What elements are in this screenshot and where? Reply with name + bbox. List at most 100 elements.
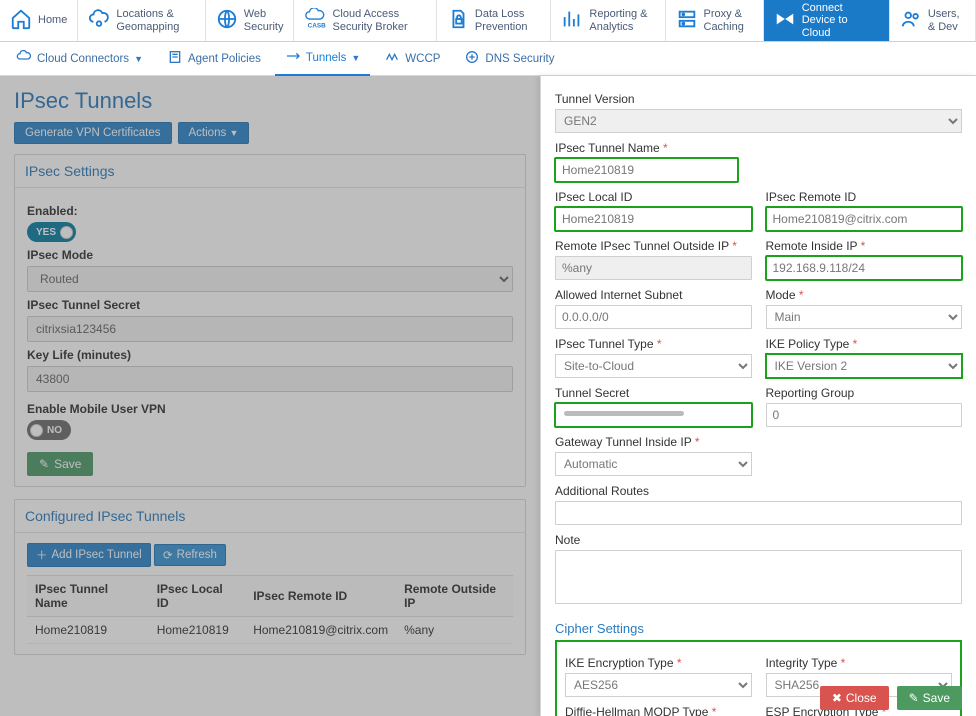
close-button[interactable]: ✖Close (820, 686, 889, 710)
nav-websecurity-label: Web Security (244, 8, 284, 32)
table-row[interactable]: Home210819 Home210819 Home210819@citrix.… (27, 617, 513, 644)
sub-nav: Cloud Connectors ▼ Agent Policies Tunnels… (0, 42, 976, 76)
nav-casb-label: Cloud Access Security Broker (332, 8, 425, 32)
enabled-label: Enabled: (27, 204, 513, 218)
generate-vpn-button[interactable]: Generate VPN Certificates (14, 122, 172, 144)
ipsec-settings-panel: IPsec Settings Enabled: YES IPsec Mode R… (14, 154, 526, 487)
subnav-wccp-label: WCCP (405, 53, 440, 65)
remote-id-input[interactable] (766, 207, 963, 231)
plus-icon: ＋ (36, 547, 48, 563)
ipsec-mode-label: IPsec Mode (27, 248, 513, 262)
save-settings-button[interactable]: ✎Save (27, 452, 93, 476)
document-lock-icon (447, 8, 469, 33)
dh-label: Diffie-Hellman MODP Type (565, 705, 752, 716)
local-id-input[interactable] (555, 207, 752, 231)
reporting-group-input[interactable] (766, 403, 963, 427)
gw-inside-select[interactable]: Automatic (555, 452, 752, 476)
tunnel-secret-input[interactable] (555, 403, 752, 427)
mode-select[interactable]: Main (766, 305, 963, 329)
ipsec-mode-select[interactable]: Routed (27, 266, 513, 292)
globe-icon (216, 8, 238, 33)
tunnel-icon (285, 48, 301, 67)
reporting-group-label: Reporting Group (766, 386, 963, 400)
enabled-toggle[interactable]: YES (27, 222, 76, 242)
main-area: IPsec Tunnels Generate VPN Certificates … (0, 76, 976, 716)
nav-connect-device[interactable]: Connect Device to Cloud (764, 0, 890, 41)
nav-users-label: Users, & Dev (928, 8, 965, 32)
mobile-vpn-toggle[interactable]: NO (27, 420, 71, 440)
gw-inside-label: Gateway Tunnel Inside IP (555, 435, 752, 449)
ike-policy-label: IKE Policy Type (766, 337, 963, 351)
caret-icon: ▼ (229, 128, 238, 138)
keylife-input[interactable] (27, 366, 513, 392)
remote-outside-label: Remote IPsec Tunnel Outside IP (555, 239, 752, 253)
nav-casb[interactable]: CASB Cloud Access Security Broker (294, 0, 436, 41)
save-form-button[interactable]: ✎Save (897, 686, 962, 710)
allowed-subnet-label: Allowed Internet Subnet (555, 288, 752, 302)
note-textarea[interactable] (555, 550, 962, 604)
server-icon (676, 8, 698, 33)
tunnels-table: IPsec Tunnel Name IPsec Local ID IPsec R… (27, 575, 513, 644)
mode-label: Mode (766, 288, 963, 302)
subnav-agent-policies[interactable]: Agent Policies (157, 42, 271, 76)
wccp-icon (384, 49, 400, 68)
close-icon: ✖ (832, 691, 842, 705)
subnav-dns-label: DNS Security (485, 53, 554, 65)
nav-websecurity[interactable]: Web Security (206, 0, 295, 41)
add-tunnel-button[interactable]: ＋Add IPsec Tunnel (27, 543, 151, 567)
form-footer-buttons: ✖Close ✎Save (820, 686, 962, 710)
col-outside[interactable]: Remote Outside IP (396, 576, 513, 617)
remote-outside-input[interactable] (555, 256, 752, 280)
mobile-vpn-label: Enable Mobile User VPN (27, 402, 513, 416)
page-action-row: Generate VPN Certificates Actions ▼ (14, 122, 526, 144)
nav-users[interactable]: Users, & Dev (890, 0, 976, 41)
allowed-subnet-input[interactable] (555, 305, 752, 329)
refresh-icon: ⟳ (163, 548, 173, 562)
nav-locations[interactable]: Locations & Geomapping (78, 0, 205, 41)
caret-icon: ▼ (134, 54, 143, 64)
cloud-pin-icon (88, 8, 110, 33)
tunnel-name-input[interactable] (555, 158, 738, 182)
nav-proxy[interactable]: Proxy & Caching (666, 0, 764, 41)
toggle-knob (30, 424, 43, 437)
additional-routes-label: Additional Routes (555, 484, 962, 498)
nav-home[interactable]: Home (0, 0, 78, 41)
password-mask (564, 411, 684, 416)
ipsec-secret-label: IPsec Tunnel Secret (27, 298, 513, 312)
ike-enc-select[interactable]: AES256 (565, 673, 752, 697)
subnav-cloud-connectors[interactable]: Cloud Connectors ▼ (6, 42, 153, 76)
local-id-label: IPsec Local ID (555, 190, 752, 204)
tunnel-version-select[interactable]: GEN2 (555, 109, 962, 133)
left-pane: IPsec Tunnels Generate VPN Certificates … (0, 76, 540, 716)
nav-home-label: Home (38, 14, 67, 26)
svg-text:CASB: CASB (308, 22, 326, 29)
ipsec-secret-input[interactable] (27, 316, 513, 342)
nav-reporting[interactable]: Reporting & Analytics (551, 0, 665, 41)
nav-dlp-label: Data Loss Prevention (475, 8, 541, 32)
subnav-wccp[interactable]: WCCP (374, 42, 450, 76)
additional-routes-input[interactable] (555, 501, 962, 525)
home-icon (10, 8, 32, 33)
remote-id-label: IPsec Remote ID (766, 190, 963, 204)
tunnel-type-select[interactable]: Site-to-Cloud (555, 354, 752, 378)
casb-icon: CASB (304, 8, 326, 33)
toggle-knob (60, 226, 73, 239)
col-local-id[interactable]: IPsec Local ID (149, 576, 246, 617)
subnav-tunnels[interactable]: Tunnels▼ (275, 42, 370, 76)
cloud-connector-icon (16, 49, 32, 68)
actions-button[interactable]: Actions ▼ (178, 122, 250, 144)
col-remote-id[interactable]: IPsec Remote ID (245, 576, 396, 617)
note-label: Note (555, 533, 962, 547)
nav-dlp[interactable]: Data Loss Prevention (437, 0, 552, 41)
col-name[interactable]: IPsec Tunnel Name (27, 576, 149, 617)
tunnel-form-panel: Tunnel Version GEN2 IPsec Tunnel Name IP… (540, 76, 976, 716)
subnav-connectors-label: Cloud Connectors (37, 53, 129, 65)
remote-inside-input[interactable] (766, 256, 963, 280)
subnav-dns[interactable]: DNS Security (454, 42, 564, 76)
agent-icon (167, 49, 183, 68)
dns-icon (464, 49, 480, 68)
ike-enc-label: IKE Encryption Type (565, 656, 752, 670)
ike-policy-select[interactable]: IKE Version 2 (766, 354, 963, 378)
nav-proxy-label: Proxy & Caching (704, 8, 753, 32)
refresh-button[interactable]: ⟳Refresh (154, 544, 226, 566)
